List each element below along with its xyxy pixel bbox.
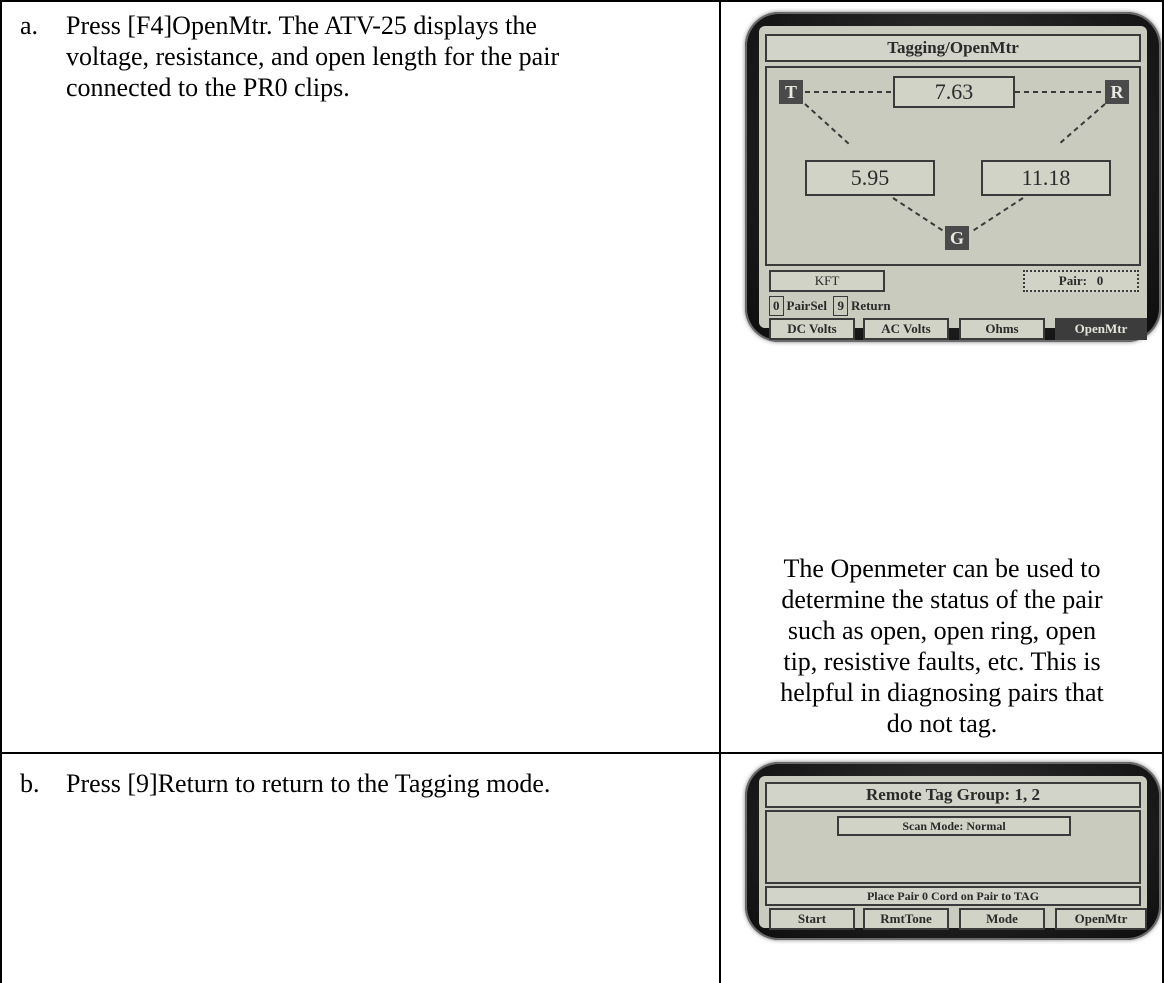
step-a-line: voltage, resistance, and open length for… [66,42,560,71]
pair-label: Pair: [1058,273,1087,288]
step-a-letter: a. [20,11,39,40]
status-message: Place Pair 0 Cord on Pair to TAG [765,886,1141,906]
ring-terminal: R [1105,80,1129,104]
tip-ring-reading: 7.63 [893,76,1015,108]
caption-line: determine the status of the pair [781,585,1103,614]
pair-value: 0 [1096,273,1104,288]
pairsel-label: PairSel [786,298,827,313]
caption-line: helpful in diagnosing pairs that [780,678,1104,707]
step-b-text: Press [9]Return to return to the Tagging… [66,768,550,799]
step-b: b. Press [9]Return to return to the Tagg… [20,768,710,808]
step-a: a. Press [F4]OpenMtr. The ATV-25 display… [20,10,710,120]
pair-field: Pair: 0 [1023,270,1139,292]
fkey-openmtr[interactable]: OpenMtr [1055,318,1147,340]
fkeys-screen1: DC Volts AC Volts Ohms OpenMtr [769,318,1149,342]
table-column-divider [719,0,721,983]
remote-tag-title: Remote Tag Group: 1, 2 [765,782,1141,808]
softkey-hints: 0 PairSel 9 Return [769,296,891,316]
scan-mode-field: Scan Mode: Normal [837,816,1071,836]
key-9[interactable]: 9 [833,296,848,316]
ring-ground-reading: 11.18 [981,160,1111,196]
caption-line: do not tag. [886,709,998,738]
table-row-divider [0,752,1164,754]
device-screen-openmtr: Tagging/OpenMtr T R G 7.63 5.95 11.18 KF… [745,12,1161,342]
openmeter-caption: The Openmeter can be used to determine t… [728,553,1156,739]
step-a-line: connected to the PR0 clips. [66,73,350,102]
lcd-openmtr: Tagging/OpenMtr T R G 7.63 5.95 11.18 KF… [759,26,1147,328]
fkey-ac-volts[interactable]: AC Volts [863,318,949,340]
step-a-text: Press [F4]OpenMtr. The ATV-25 displays t… [66,10,559,103]
step-b-line: Press [9]Return to return to the Tagging… [66,769,551,798]
fkey-rmttone[interactable]: RmtTone [863,908,949,930]
step-a-line: Press [F4]OpenMtr. The ATV-25 displays t… [66,11,537,40]
key-0[interactable]: 0 [769,296,784,316]
fkeys-screen2: Start RmtTone Mode OpenMtr [769,908,1149,932]
fkey-dc-volts[interactable]: DC Volts [769,318,855,340]
fkey-mode[interactable]: Mode [959,908,1045,930]
lcd-remote-tag: Remote Tag Group: 1, 2 Scan Mode: Normal… [759,776,1147,928]
caption-line: such as open, open ring, open [787,616,1097,645]
unit-field: KFT [769,270,885,292]
ground-terminal: G [945,226,969,250]
tip-terminal: T [779,80,803,104]
tip-ground-reading: 5.95 [805,160,935,196]
table-border-left [0,0,2,983]
fkey-start[interactable]: Start [769,908,855,930]
fkey-ohms[interactable]: Ohms [959,318,1045,340]
fkey-openmtr-2[interactable]: OpenMtr [1055,908,1147,930]
step-b-letter: b. [20,769,40,798]
caption-line: The Openmeter can be used to [783,554,1101,583]
caption-line: tip, resistive faults, etc. This is [783,647,1101,676]
return-label: Return [850,298,891,313]
table-border-top [0,0,1164,2]
